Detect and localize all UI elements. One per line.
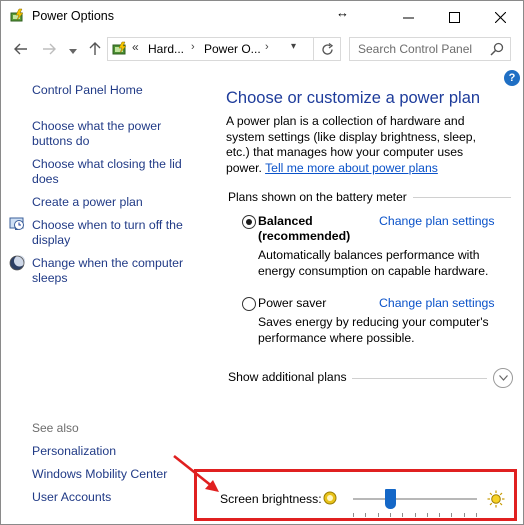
plan-balanced-description: Automatically balances performance with … <box>258 248 489 278</box>
window-title: Power Options <box>32 9 114 23</box>
chevron-down-icon <box>498 375 508 381</box>
moon-icon <box>9 255 25 271</box>
address-dropdown-icon[interactable]: ▾ <box>291 41 296 52</box>
maximize-icon <box>448 11 460 23</box>
maximize-button[interactable] <box>431 1 477 33</box>
up-button[interactable] <box>87 41 103 57</box>
sidebar-item-computer-sleeps[interactable]: Change when the computer sleeps <box>32 256 192 286</box>
navigation-bar: « Hard... › Power O... › ▾ Search Contro… <box>1 34 523 64</box>
search-box[interactable]: Search Control Panel <box>349 37 511 61</box>
monitor-clock-icon <box>9 217 24 230</box>
forward-arrow-icon <box>43 43 56 55</box>
search-input[interactable]: Search Control Panel <box>358 42 472 56</box>
refresh-icon <box>321 42 333 55</box>
balanced-change-settings-link[interactable]: Change plan settings <box>379 214 495 228</box>
address-bar[interactable]: « Hard... › Power O... › ▾ <box>107 37 341 61</box>
close-icon <box>494 11 506 23</box>
forward-button[interactable] <box>41 41 57 57</box>
title-bar[interactable]: Power Options ↔ <box>1 1 523 33</box>
sidebar-control-panel-home[interactable]: Control Panel Home <box>32 83 192 98</box>
sidebar-item-power-buttons[interactable]: Choose what the power buttons do <box>32 119 192 149</box>
tell-me-more-link[interactable]: Tell me more about power plans <box>265 161 438 175</box>
sidebar-item-closing-lid[interactable]: Choose what closing the lid does <box>32 157 192 187</box>
intro-text: A power plan is a collection of hardware… <box>226 114 496 176</box>
plan-balanced-name[interactable]: Balanced <box>258 214 313 230</box>
plans-group-label: Plans shown on the battery meter <box>228 190 407 204</box>
power-options-app-icon <box>10 8 24 22</box>
breadcrumb-hardware[interactable]: Hard... <box>148 42 184 56</box>
search-icon[interactable] <box>490 42 504 56</box>
group-divider <box>413 197 511 198</box>
breadcrumb-separator-icon: › <box>191 41 195 53</box>
see-also-user-accounts[interactable]: User Accounts <box>32 490 192 505</box>
minimize-icon <box>402 17 414 18</box>
chevron-down-icon <box>69 48 77 54</box>
sidebar-item-turn-off-display[interactable]: Choose when to turn off the display <box>32 218 192 248</box>
plan-balanced-subtitle[interactable]: (recommended) <box>258 229 350 245</box>
plan-power-saver-description: Saves energy by reducing your computer's… <box>258 315 489 345</box>
minimize-button[interactable] <box>385 1 431 33</box>
page-title: Choose or customize a power plan <box>226 89 481 107</box>
refresh-button[interactable] <box>313 38 340 60</box>
back-button[interactable] <box>13 41 29 57</box>
show-more-divider <box>352 378 487 379</box>
power-saver-radio[interactable] <box>242 297 256 311</box>
control-panel-icon <box>112 41 127 55</box>
balanced-radio[interactable] <box>242 215 256 229</box>
see-also-mobility-center[interactable]: Windows Mobility Center <box>32 467 192 482</box>
breadcrumb-overflow[interactable]: « <box>132 40 139 54</box>
annotation-arrow-icon <box>173 454 219 492</box>
brightness-highlight-box <box>194 469 517 521</box>
help-icon[interactable]: ? <box>504 70 520 86</box>
show-additional-plans-label[interactable]: Show additional plans <box>228 370 347 384</box>
close-button[interactable] <box>477 1 523 33</box>
power-options-window: Power Options ↔ « Hard... › Power O... ›… <box>0 0 524 525</box>
plan-power-saver-name[interactable]: Power saver <box>258 296 326 312</box>
recent-locations-button[interactable] <box>65 43 81 59</box>
resize-cursor-icon: ↔ <box>336 5 349 20</box>
breadcrumb-power-options[interactable]: Power O... <box>204 42 261 56</box>
up-arrow-icon <box>89 42 101 55</box>
see-also-personalization[interactable]: Personalization <box>32 444 192 459</box>
back-arrow-icon <box>14 43 27 55</box>
expand-plans-button[interactable] <box>493 368 513 388</box>
sidebar-item-create-plan[interactable]: Create a power plan <box>32 195 192 210</box>
breadcrumb-separator-icon: › <box>265 41 269 53</box>
see-also-heading: See also <box>32 421 79 435</box>
power-saver-change-settings-link[interactable]: Change plan settings <box>379 296 495 310</box>
